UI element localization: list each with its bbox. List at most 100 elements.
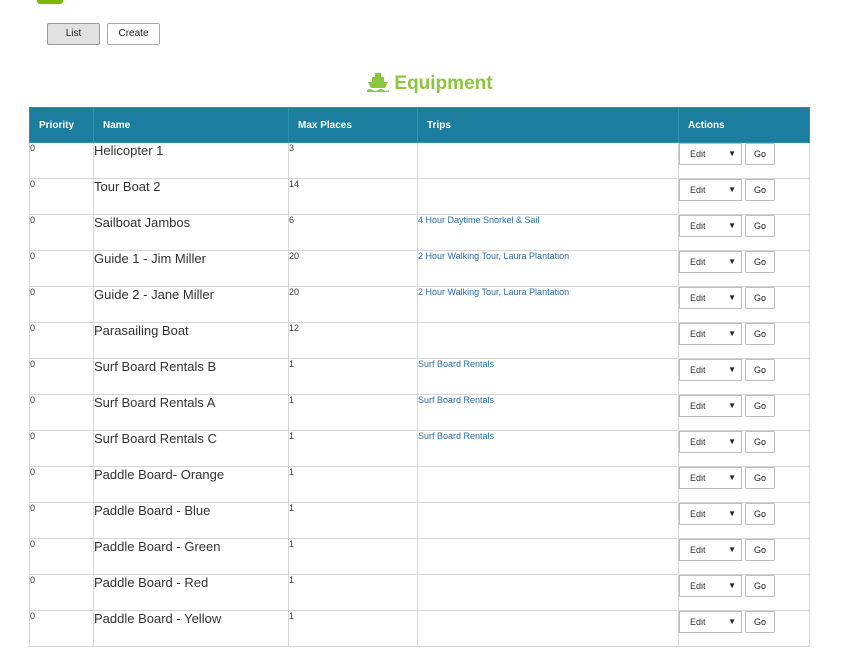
- trips-link[interactable]: Surf Board Rentals: [417, 358, 679, 395]
- action-select-value: Edit: [690, 221, 706, 231]
- table-row: 0 Guide 2 - Jane Miller 20 2 Hour Walking T…: [29, 286, 810, 323]
- max-places-cell: 3: [288, 142, 418, 179]
- trips-link[interactable]: 2 Hour Walking Tour, Laura Plantation: [417, 250, 679, 287]
- action-select[interactable]: Edit ▼: [679, 539, 742, 561]
- table-row: 0 Helicopter 1 3 Edit ▼ Go: [29, 142, 810, 179]
- trips-link[interactable]: [417, 142, 679, 179]
- action-select-value: Edit: [690, 581, 706, 591]
- action-select[interactable]: Edit ▼: [679, 179, 742, 201]
- name-cell: Guide 1 - Jim Miller: [93, 250, 289, 287]
- go-button[interactable]: Go: [745, 539, 775, 561]
- go-button[interactable]: Go: [745, 467, 775, 489]
- action-select[interactable]: Edit ▼: [679, 359, 742, 381]
- go-button[interactable]: Go: [745, 359, 775, 381]
- priority-cell: 0: [29, 178, 94, 215]
- ship-icon: [367, 73, 390, 92]
- action-select[interactable]: Edit ▼: [679, 575, 742, 597]
- trips-link[interactable]: [417, 466, 679, 503]
- action-select-value: Edit: [690, 293, 706, 303]
- action-select-value: Edit: [690, 185, 706, 195]
- dropdown-arrow-icon: ▼: [728, 365, 736, 374]
- table-row: 0 Sailboat Jambos 6 4 Hour Daytime Snorkel …: [29, 214, 810, 251]
- equipment-table: Priority Name Max Places Trips Actions 0…: [29, 107, 810, 647]
- priority-cell: 0: [29, 142, 94, 179]
- table-row: 0 Parasailing Boat 12 Edit ▼ Go: [29, 322, 810, 359]
- action-select-value: Edit: [690, 365, 706, 375]
- action-select-value: Edit: [690, 617, 706, 627]
- name-cell: Surf Board Rentals A: [93, 394, 289, 431]
- go-button[interactable]: Go: [745, 395, 775, 417]
- trips-link[interactable]: Surf Board Rentals: [417, 430, 679, 467]
- actions-cell: Edit ▼ Go: [678, 538, 810, 575]
- go-button[interactable]: Go: [745, 251, 775, 273]
- header-actions: Actions: [678, 107, 810, 143]
- priority-cell: 0: [29, 466, 94, 503]
- max-places-cell: 1: [288, 394, 418, 431]
- create-button[interactable]: Create: [107, 23, 160, 45]
- action-select[interactable]: Edit ▼: [679, 323, 742, 345]
- priority-cell: 0: [29, 538, 94, 575]
- action-select-value: Edit: [690, 257, 706, 267]
- name-cell: Guide 2 - Jane Miller: [93, 286, 289, 323]
- go-button[interactable]: Go: [745, 575, 775, 597]
- list-button[interactable]: List: [47, 23, 100, 45]
- go-button[interactable]: Go: [745, 215, 775, 237]
- action-select[interactable]: Edit ▼: [679, 503, 742, 525]
- go-button[interactable]: Go: [745, 503, 775, 525]
- go-button[interactable]: Go: [745, 179, 775, 201]
- max-places-cell: 1: [288, 538, 418, 575]
- dropdown-arrow-icon: ▼: [728, 293, 736, 302]
- priority-cell: 0: [29, 574, 94, 611]
- trips-link[interactable]: [417, 178, 679, 215]
- table-row: 0 Paddle Board - Red 1 Edit ▼ Go: [29, 574, 810, 611]
- action-select[interactable]: Edit ▼: [679, 251, 742, 273]
- action-select-value: Edit: [690, 329, 706, 339]
- trips-link[interactable]: [417, 322, 679, 359]
- action-select[interactable]: Edit ▼: [679, 143, 742, 165]
- go-button[interactable]: Go: [745, 143, 775, 165]
- action-select-value: Edit: [690, 437, 706, 447]
- actions-cell: Edit ▼ Go: [678, 358, 810, 395]
- trips-link[interactable]: [417, 574, 679, 611]
- action-select-value: Edit: [690, 149, 706, 159]
- trips-link[interactable]: Surf Board Rentals: [417, 394, 679, 431]
- header-trips[interactable]: Trips: [417, 107, 679, 143]
- actions-cell: Edit ▼ Go: [678, 574, 810, 611]
- dropdown-arrow-icon: ▼: [728, 545, 736, 554]
- priority-cell: 0: [29, 610, 94, 647]
- name-cell: Tour Boat 2: [93, 178, 289, 215]
- action-select[interactable]: Edit ▼: [679, 611, 742, 633]
- header-name[interactable]: Name: [93, 107, 289, 143]
- name-cell: Sailboat Jambos: [93, 214, 289, 251]
- go-button[interactable]: Go: [745, 287, 775, 309]
- max-places-cell: 14: [288, 178, 418, 215]
- go-button[interactable]: Go: [745, 323, 775, 345]
- action-select[interactable]: Edit ▼: [679, 467, 742, 489]
- action-select[interactable]: Edit ▼: [679, 395, 742, 417]
- action-select[interactable]: Edit ▼: [679, 287, 742, 309]
- action-select[interactable]: Edit ▼: [679, 431, 742, 453]
- trips-link[interactable]: 4 Hour Daytime Snorkel & Sail: [417, 214, 679, 251]
- dropdown-arrow-icon: ▼: [728, 149, 736, 158]
- dropdown-arrow-icon: ▼: [728, 257, 736, 266]
- name-cell: Helicopter 1: [93, 142, 289, 179]
- trips-link[interactable]: [417, 610, 679, 647]
- table-row: 0 Paddle Board - Blue 1 Edit ▼ Go: [29, 502, 810, 539]
- actions-cell: Edit ▼ Go: [678, 178, 810, 215]
- name-cell: Parasailing Boat: [93, 322, 289, 359]
- top-accent-bar: [37, 0, 63, 4]
- page-title-text: Equipment: [394, 73, 493, 94]
- header-priority[interactable]: Priority: [29, 107, 94, 143]
- trips-link[interactable]: 2 Hour Walking Tour, Laura Plantation: [417, 286, 679, 323]
- trips-link[interactable]: [417, 538, 679, 575]
- dropdown-arrow-icon: ▼: [728, 221, 736, 230]
- trips-link[interactable]: [417, 502, 679, 539]
- action-select[interactable]: Edit ▼: [679, 215, 742, 237]
- header-max-places[interactable]: Max Places: [288, 107, 418, 143]
- go-button[interactable]: Go: [745, 611, 775, 633]
- go-button[interactable]: Go: [745, 431, 775, 453]
- dropdown-arrow-icon: ▼: [728, 185, 736, 194]
- view-toggle: List Create: [47, 23, 160, 45]
- dropdown-arrow-icon: ▼: [728, 473, 736, 482]
- name-cell: Paddle Board - Blue: [93, 502, 289, 539]
